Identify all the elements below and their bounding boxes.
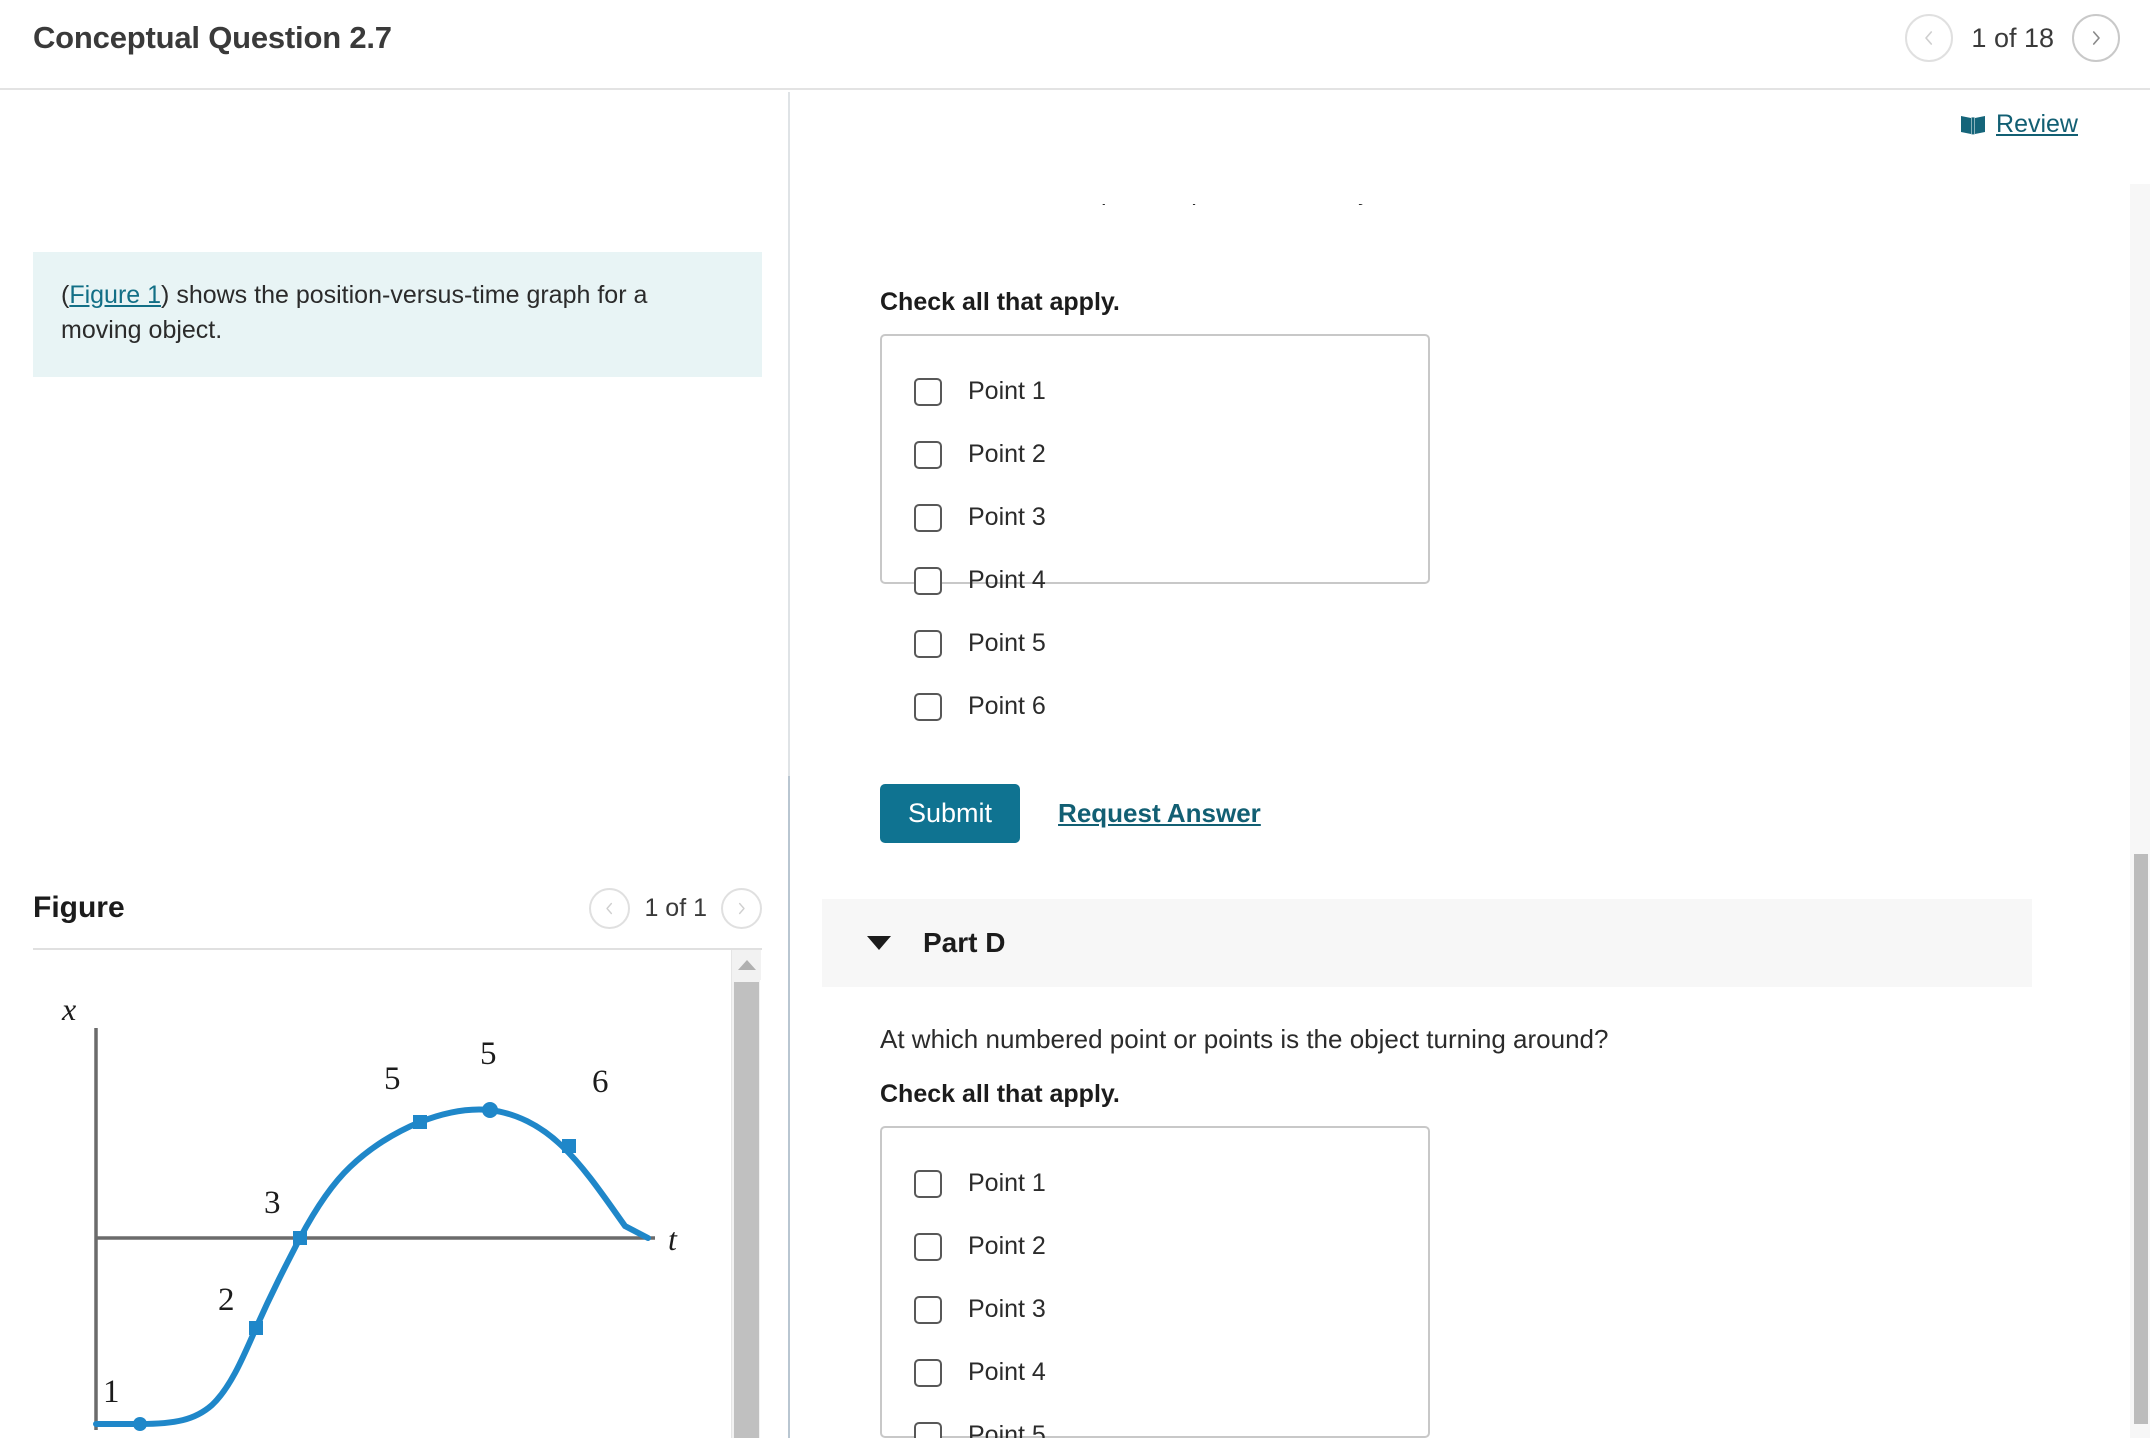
part-d-choice-5[interactable]: Point 5 — [882, 1404, 1428, 1438]
checkbox-point-1[interactable] — [914, 377, 942, 406]
part-d-choice-4[interactable]: Point 4 — [882, 1341, 1428, 1404]
part-d-check-hint: Check all that apply. — [880, 1080, 1120, 1108]
position-time-graph: x t 1 2 3 5 5 6 — [61, 991, 678, 1431]
checkbox-point-3[interactable] — [914, 1295, 942, 1324]
graph-point-5 — [482, 1102, 498, 1118]
graph-label-6: 6 — [592, 1064, 609, 1100]
chevron-right-icon — [2092, 31, 2100, 45]
part-c-choice-3[interactable]: Point 3 — [882, 486, 1428, 549]
part-c-actions: Submit Request Answer — [880, 784, 1261, 843]
page-scrollbar-thumb[interactable] — [2134, 854, 2148, 1424]
checkbox-point-2[interactable] — [914, 440, 942, 469]
chevron-left-icon — [1925, 31, 1933, 45]
page-scrollbar[interactable] — [2130, 184, 2150, 1438]
figure-next-button[interactable] — [721, 887, 762, 929]
chevron-left-icon — [606, 902, 613, 914]
caret-down-icon — [867, 936, 891, 950]
part-c-choice-6[interactable]: Point 6 — [882, 675, 1428, 738]
checkbox-point-4[interactable] — [914, 1358, 942, 1387]
part-c-choice-5[interactable]: Point 5 — [882, 612, 1428, 675]
graph-curve — [93, 1106, 651, 1427]
review-label: Review — [1996, 110, 2078, 138]
part-d-choice-label-3: Point 3 — [968, 1295, 1046, 1323]
part-c-question-clipped: At which numbered point or points is the… — [880, 204, 1680, 234]
left-panel: (Figure 1) shows the position-versus-tim… — [0, 92, 788, 1438]
graph-ylabel: x — [61, 991, 76, 1027]
figure-1-link[interactable]: Figure 1 — [69, 281, 161, 309]
checkbox-point-6[interactable] — [914, 692, 942, 721]
part-c-choice-1[interactable]: Point 1 — [882, 360, 1428, 423]
figure-scrollbar-thumb[interactable] — [734, 982, 759, 1438]
graph-label-1: 1 — [103, 1374, 120, 1410]
graph-point-3 — [293, 1231, 307, 1245]
graph-xlabel: t — [668, 1221, 678, 1257]
part-d-question: At which numbered point or points is the… — [880, 1024, 1609, 1054]
part-d-choice-3[interactable]: Point 3 — [882, 1278, 1428, 1341]
book-icon — [1961, 115, 1986, 134]
part-c-choice-label-6: Point 6 — [968, 692, 1046, 720]
part-d-choice-label-4: Point 4 — [968, 1358, 1046, 1386]
part-d-label: Part D — [923, 927, 1006, 958]
figure-pager-label: 1 of 1 — [644, 893, 707, 922]
request-answer-link[interactable]: Request Answer — [1058, 798, 1261, 829]
assignment-page: Conceptual Question 2.7 1 of 18 (Figure … — [0, 0, 2150, 1438]
body-area: (Figure 1) shows the position-versus-tim… — [0, 92, 2150, 1438]
page-title: Conceptual Question 2.7 — [33, 20, 392, 55]
graph-point-6 — [562, 1139, 576, 1153]
part-c-choice-label-5: Point 5 — [968, 629, 1046, 657]
part-c-choice-2[interactable]: Point 2 — [882, 423, 1428, 486]
part-c-choice-label-1: Point 1 — [968, 377, 1046, 405]
checkbox-point-1[interactable] — [914, 1169, 942, 1198]
part-d-header[interactable]: Part D — [822, 899, 2032, 987]
review-link[interactable]: Review — [1960, 110, 2078, 139]
part-d-choice-2[interactable]: Point 2 — [882, 1215, 1428, 1278]
figure-canvas: x t 1 2 3 5 5 6 — [0, 950, 731, 1438]
checkbox-point-3[interactable] — [914, 503, 942, 532]
graph-point-2 — [249, 1321, 263, 1335]
question-intro-box: (Figure 1) shows the position-versus-tim… — [33, 252, 762, 377]
part-c-check-hint: Check all that apply. — [880, 288, 1120, 316]
graph-label-3: 3 — [264, 1185, 281, 1221]
question-pager-label: 1 of 18 — [1971, 22, 2054, 53]
checkbox-point-5[interactable] — [914, 629, 942, 658]
figure-header: Figure 1 of 1 — [33, 877, 762, 939]
part-c-choice-label-3: Point 3 — [968, 503, 1046, 531]
graph-label-5: 5 — [480, 1036, 497, 1072]
figure-title: Figure — [33, 891, 125, 924]
checkbox-point-5[interactable] — [914, 1421, 942, 1438]
part-c-choice-label-2: Point 2 — [968, 440, 1046, 468]
page-header: Conceptual Question 2.7 1 of 18 — [0, 0, 2150, 90]
part-c-answer-box: Point 1 Point 2 Point 3 Point 4 Point 5 — [880, 334, 1430, 721]
prev-question-button[interactable] — [1905, 14, 1954, 62]
part-c-question-text: At which numbered point or points is the… — [880, 204, 1680, 207]
next-question-button[interactable] — [2072, 14, 2120, 62]
right-panel: Review At which numbered point or points… — [790, 92, 2150, 1438]
part-d-choice-label-2: Point 2 — [968, 1232, 1046, 1260]
part-d-choice-label-5: Point 5 — [968, 1421, 1046, 1438]
chevron-right-icon — [738, 902, 745, 914]
checkbox-point-2[interactable] — [914, 1232, 942, 1261]
graph-point-1 — [133, 1417, 147, 1431]
part-c-choice-label-4: Point 4 — [968, 566, 1046, 594]
part-c-choice-4[interactable]: Point 4 — [882, 549, 1428, 612]
part-d-answer-box: Point 1 Point 2 Point 3 Point 4 Point 5 — [880, 1126, 1430, 1438]
graph-label-4: 5 — [384, 1061, 401, 1097]
figure-pager: 1 of 1 — [589, 887, 762, 929]
figure-prev-button[interactable] — [589, 887, 631, 929]
part-d-choice-1[interactable]: Point 1 — [882, 1152, 1428, 1215]
figure-scroll-up-button[interactable] — [732, 950, 761, 980]
checkbox-point-4[interactable] — [914, 566, 942, 595]
graph-label-2: 2 — [218, 1282, 235, 1318]
question-pager: 1 of 18 — [1905, 14, 2120, 62]
part-d-choice-label-1: Point 1 — [968, 1169, 1046, 1197]
triangle-up-icon — [737, 960, 756, 970]
graph-point-4 — [413, 1115, 427, 1129]
submit-button[interactable]: Submit — [880, 784, 1021, 843]
figure-scrollbar[interactable] — [731, 950, 761, 1438]
